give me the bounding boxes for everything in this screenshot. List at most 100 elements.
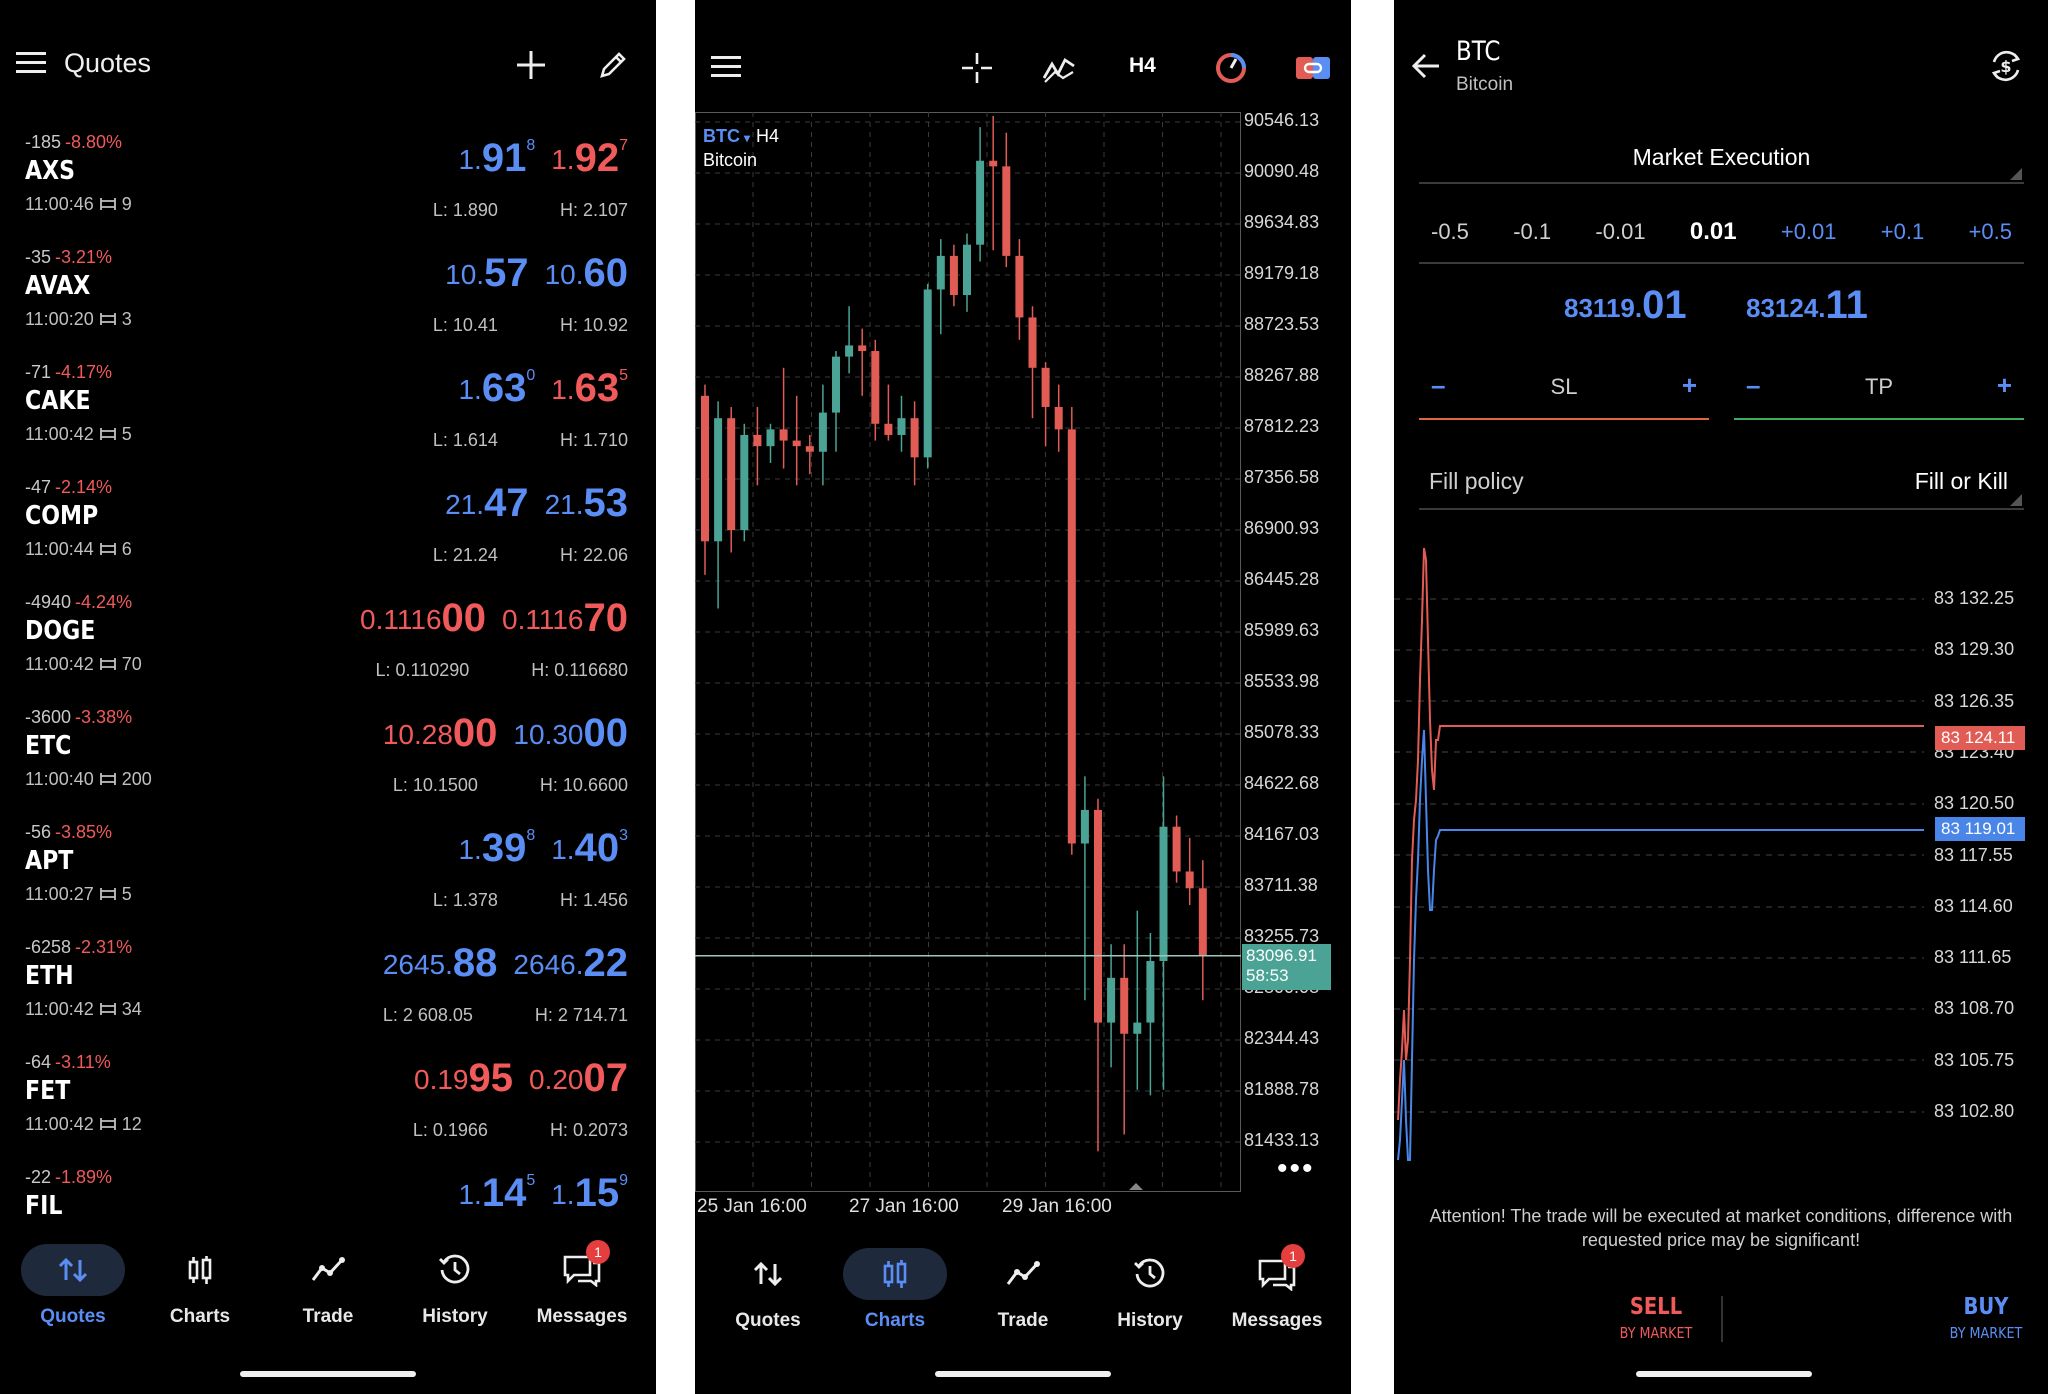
buy-by-market-button[interactable]: BUY BY MARKET xyxy=(1886,1294,2048,1342)
quote-change-percent: -3.11% xyxy=(55,1052,111,1072)
bid-price[interactable]: 1. 39 8 xyxy=(458,828,535,869)
chart-symbol-label[interactable]: BTC ▾ H4 xyxy=(703,126,779,147)
bid-price[interactable]: 2645. 88 xyxy=(383,943,498,983)
nav-messages[interactable]: 1 Messages xyxy=(522,1240,642,1328)
ask-price-big: 07 xyxy=(583,1056,629,1100)
quotes-header: Quotes xyxy=(0,0,656,120)
fill-policy-select[interactable]: Fill policy Fill or Kill xyxy=(1419,462,2024,510)
stop-loss-field[interactable]: – SL + xyxy=(1419,364,1709,420)
volume-increase-0.01[interactable]: +0.01 xyxy=(1781,210,1837,262)
nav-charts[interactable]: Charts xyxy=(835,1244,955,1332)
take-profit-field[interactable]: – TP + xyxy=(1734,364,2024,420)
ask-price[interactable]: 10. 60 xyxy=(545,253,628,293)
quote-row[interactable]: -47 -2.14% COMP 11:00:44 6 21. 47 21. 53 L: 21.2… xyxy=(0,465,656,580)
volume-decrease-0.5[interactable]: -0.5 xyxy=(1431,210,1469,262)
timeframe-button[interactable]: H4 xyxy=(1129,54,1156,78)
bid-price[interactable]: 1. 91 8 xyxy=(458,138,535,179)
volume-decrease-0.1[interactable]: -0.1 xyxy=(1513,210,1551,262)
quote-row[interactable]: -56 -3.85% APT 11:00:27 5 1. 39 8 1. 40 3 L: 1.378… xyxy=(0,810,656,925)
nav-history[interactable]: History xyxy=(1090,1244,1210,1332)
volume-increase-0.5[interactable]: +0.5 xyxy=(1969,210,2012,262)
quote-row[interactable]: -185 -8.80% AXS 11:00:46 9 1. 91 8 1. 92 7 L: 1.89… xyxy=(0,120,656,235)
ask-price[interactable]: 2646. 22 xyxy=(513,943,628,983)
ask-price[interactable]: 1. 15 9 xyxy=(551,1173,628,1214)
bid-price-main: 1. xyxy=(458,144,482,175)
volume-increase-0.1[interactable]: +0.1 xyxy=(1881,210,1924,262)
spread-icon xyxy=(99,773,116,785)
nav-trade[interactable]: Trade xyxy=(268,1240,388,1328)
quote-row[interactable]: -3600 -3.38% ETC 11:00:40 200 10.28 00 10.30 00… xyxy=(0,695,656,810)
quote-row[interactable]: -6258 -2.31% ETH 11:00:42 34 2645. 88 2646. 22 L… xyxy=(0,925,656,1040)
quote-time: 11:00:42 xyxy=(25,424,94,444)
time-axis-tick: 25 Jan 16:00 xyxy=(697,1196,807,1217)
nav-quotes[interactable]: Quotes xyxy=(708,1244,828,1332)
ask-tick-line xyxy=(1397,547,1924,1121)
edit-pencil-icon[interactable] xyxy=(594,44,634,84)
back-arrow-icon[interactable] xyxy=(1408,48,1444,84)
nav-trade[interactable]: Trade xyxy=(963,1244,1083,1332)
bid-price[interactable]: 21. 47 xyxy=(445,483,528,523)
quote-row[interactable]: -4940 -4.24% DOGE 11:00:42 70 0.1116 00 0.1116… xyxy=(0,580,656,695)
nav-charts[interactable]: Charts xyxy=(140,1240,260,1328)
bid-price[interactable]: 10.28 00 xyxy=(383,713,498,753)
tp-increase-button[interactable]: + xyxy=(1997,370,2012,401)
ask-price[interactable]: 0.20 07 xyxy=(529,1058,628,1098)
nav-quotes[interactable]: Quotes xyxy=(13,1240,133,1328)
ask-price[interactable]: 0.1116 70 xyxy=(502,598,628,638)
change-symbol-dollar-icon[interactable]: $ xyxy=(1986,46,2026,86)
trade-line-icon xyxy=(268,1240,388,1300)
tick-axis-label: 83 105.75 xyxy=(1934,1049,2015,1070)
crosshair-icon[interactable] xyxy=(957,48,997,88)
candlestick-chart[interactable] xyxy=(695,112,1241,1192)
quote-row[interactable]: -35 -3.21% AVAX 11:00:20 3 10. 57 10. 60 L: 10.4… xyxy=(0,235,656,350)
candle-bear xyxy=(779,429,788,441)
execution-type-select[interactable]: Market Execution xyxy=(1419,140,2024,184)
nav-history[interactable]: History xyxy=(395,1240,515,1328)
candle-bull xyxy=(963,244,971,296)
candlestick-icon xyxy=(835,1244,955,1304)
quote-low-high: L: 10.41 H: 10.92 xyxy=(433,315,628,336)
bid-price[interactable]: 1. 14 5 xyxy=(458,1171,535,1215)
sell-by-market-button[interactable]: SELL BY MARKET xyxy=(1556,1294,1756,1342)
bid-price[interactable]: 10. 57 xyxy=(445,253,528,293)
ask-price[interactable]: 1. 63 5 xyxy=(551,368,628,409)
indicators-icon[interactable] xyxy=(1039,48,1079,88)
quote-change-points: -3600 xyxy=(25,707,72,727)
quote-high: H: 1.456 xyxy=(559,890,628,910)
bid-price[interactable]: 0.1116 00 xyxy=(360,598,486,638)
bid-price[interactable]: 0.19 95 xyxy=(414,1058,513,1098)
objects-icon[interactable] xyxy=(1211,48,1251,88)
ask-price-fraction: 3 xyxy=(619,827,628,844)
quote-prices: 10. 57 10. 60 xyxy=(445,253,628,293)
hamburger-menu-icon[interactable] xyxy=(709,52,743,82)
volume-decrease-0.01[interactable]: -0.01 xyxy=(1595,210,1645,262)
nav-messages[interactable]: 1 Messages xyxy=(1217,1244,1337,1332)
ask-price-main: 2646. xyxy=(513,949,584,980)
bid-price-big: 14 xyxy=(481,1171,527,1215)
hamburger-menu-icon[interactable] xyxy=(14,48,48,78)
trade-toggle-icon[interactable] xyxy=(1293,50,1333,86)
quote-change: -56 -3.85% xyxy=(25,822,112,843)
ask-price[interactable]: 1. 92 7 xyxy=(551,138,628,179)
ask-price-main: 10. xyxy=(544,259,584,290)
ask-price[interactable]: 1. 40 3 xyxy=(551,827,628,869)
quote-row[interactable]: -64 -3.11% FET 11:00:42 12 0.19 95 0.20 07 L: 0.… xyxy=(0,1040,656,1155)
volume-input[interactable]: 0.01 xyxy=(1690,210,1737,262)
candle-bear xyxy=(1198,888,1207,956)
home-indicator xyxy=(935,1371,1111,1377)
candle-bear xyxy=(727,418,736,531)
quote-change: -47 -2.14% xyxy=(25,477,112,498)
plus-icon[interactable] xyxy=(512,46,550,84)
ask-price[interactable]: 10.30 00 xyxy=(513,713,628,753)
bid-price-main: 1. xyxy=(458,374,482,405)
price-axis-tick: 88267.88 xyxy=(1244,365,1320,385)
quote-low-high: L: 0.1966 H: 0.2073 xyxy=(413,1120,628,1141)
quote-change-points: -35 xyxy=(25,247,52,267)
sl-increase-button[interactable]: + xyxy=(1682,370,1697,401)
quote-row[interactable]: -71 -4.17% CAKE 11:00:42 5 1. 63 0 1. 63 5 L: 1.61… xyxy=(0,350,656,465)
ask-price[interactable]: 21. 53 xyxy=(545,483,628,523)
more-options-icon[interactable]: ••• xyxy=(1277,1152,1315,1186)
bid-price[interactable]: 1. 63 0 xyxy=(458,368,535,409)
candle-bear xyxy=(1002,166,1011,256)
ask-price-big: 11 xyxy=(1825,283,1868,327)
